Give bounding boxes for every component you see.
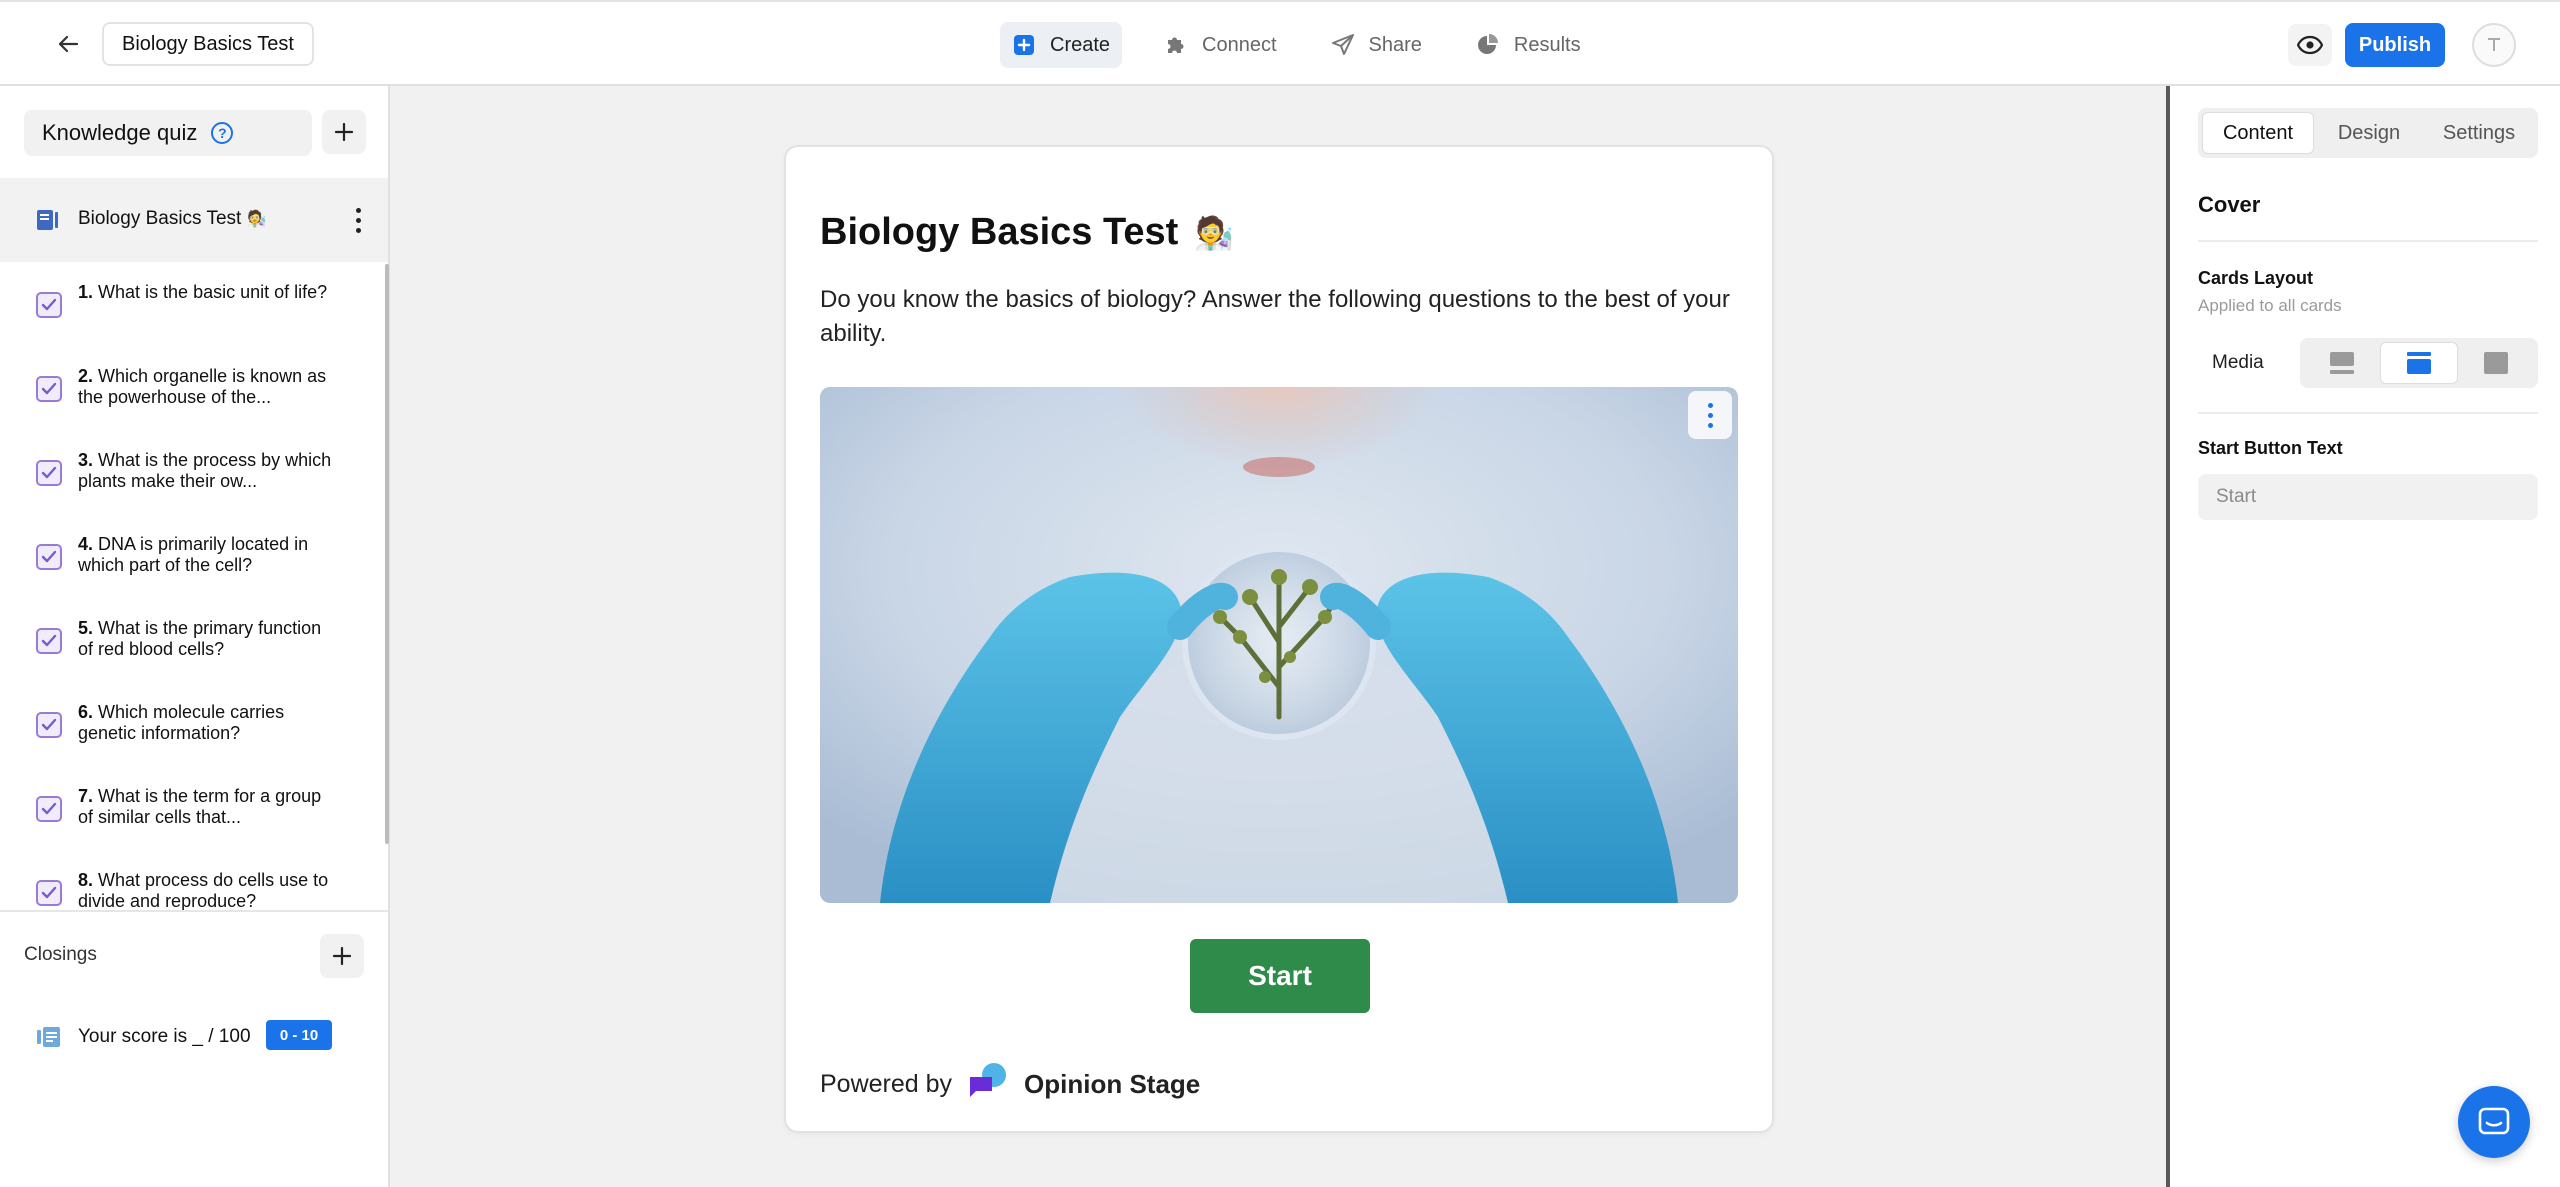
- plus-square-icon: [1012, 33, 1036, 57]
- cover-image[interactable]: [820, 387, 1738, 903]
- question-text: 1. What is the basic unit of life?: [78, 282, 328, 302]
- list-item[interactable]: 8. What process do cells use to divide a…: [0, 852, 384, 910]
- question-text: 4. DNA is primarily located in which par…: [78, 534, 309, 575]
- left-sidebar: Knowledge quiz ? Biology Basics Test 🧑‍🔬…: [0, 86, 390, 1187]
- nav-results[interactable]: Results: [1464, 22, 1593, 68]
- card-description[interactable]: Do you know the basics of biology? Answe…: [820, 283, 1730, 351]
- brand-name: Opinion Stage: [1024, 1069, 1201, 1099]
- publish-button[interactable]: Publish: [2345, 23, 2445, 67]
- nav-share-label: Share: [1368, 33, 1422, 56]
- checkbox-icon: [36, 796, 62, 822]
- result-card-icon: [36, 1026, 62, 1053]
- checkbox-icon: [36, 712, 62, 738]
- start-button-text-input[interactable]: [2198, 474, 2538, 520]
- checkbox-icon: [36, 628, 62, 654]
- question-text: 5. What is the primary function of red b…: [78, 618, 322, 659]
- question-text: 3. What is the process by which plants m…: [78, 450, 332, 491]
- checkbox-icon: [36, 376, 62, 402]
- send-icon: [1331, 33, 1355, 57]
- layout-top-icon[interactable]: [2304, 342, 2380, 384]
- settings-panel: Content Design Settings Cover Cards Layo…: [2166, 86, 2560, 1187]
- checkbox-icon: [36, 880, 62, 906]
- applied-note: Applied to all cards: [2198, 296, 2342, 315]
- question-text: 7. What is the term for a group of simil…: [78, 786, 322, 827]
- closing-label: Your score is _ / 100: [78, 1026, 251, 1047]
- back-arrow-icon[interactable]: [50, 26, 86, 62]
- question-text: 8. What process do cells use to divide a…: [78, 870, 329, 910]
- quiz-type-label: Knowledge quiz: [42, 120, 198, 145]
- question-list: 1. What is the basic unit of life? 2. Wh…: [0, 264, 384, 910]
- divider: [0, 910, 388, 912]
- score-range-badge: 0 - 10: [266, 1020, 332, 1050]
- closing-card-item[interactable]: Your score is _ / 100 0 - 10: [0, 1006, 388, 1066]
- avatar[interactable]: [2472, 23, 2516, 67]
- cover-section-title: Cover: [2198, 192, 2261, 217]
- checkbox-icon: [36, 292, 62, 318]
- tab-settings[interactable]: Settings: [2424, 112, 2534, 154]
- checkbox-icon: [36, 460, 62, 486]
- quiz-title-text: Biology Basics Test: [122, 32, 294, 55]
- plus-icon: [335, 123, 353, 141]
- preview-eye-icon[interactable]: [2288, 24, 2332, 66]
- divider: [2198, 412, 2538, 414]
- list-item[interactable]: 5. What is the primary function of red b…: [0, 600, 384, 684]
- card-options-icon[interactable]: [346, 202, 370, 238]
- start-button-text-title: Start Button Text: [2198, 438, 2343, 458]
- nav-connect[interactable]: Connect: [1152, 22, 1289, 68]
- nav-connect-label: Connect: [1202, 33, 1277, 56]
- opinion-stage-logo-icon: [966, 1061, 1010, 1108]
- puzzle-icon: [1164, 33, 1188, 57]
- layout-full-icon[interactable]: [2458, 342, 2534, 384]
- nav-create[interactable]: Create: [1000, 22, 1123, 68]
- sidebar-scrollbar[interactable]: [385, 264, 389, 844]
- help-icon[interactable]: ?: [211, 122, 234, 144]
- main-nav: Create Connect Share Results: [1000, 22, 1593, 68]
- cards-layout-title: Cards Layout: [2198, 268, 2314, 288]
- panel-tabs: Content Design Settings: [2198, 108, 2538, 158]
- media-label: Media: [2212, 352, 2264, 373]
- quiz-type-selector[interactable]: Knowledge quiz ?: [24, 110, 312, 156]
- tab-content[interactable]: Content: [2202, 112, 2314, 154]
- powered-by-label: Powered by: [820, 1070, 953, 1098]
- cover-card-label: Biology Basics Test 🧑‍🔬: [78, 208, 267, 229]
- quiz-title-field[interactable]: Biology Basics Test: [102, 22, 314, 66]
- list-item[interactable]: 2. Which organelle is known as the power…: [0, 348, 384, 432]
- checkbox-icon: [36, 544, 62, 570]
- powered-by[interactable]: Powered by Opinion Stage: [820, 1061, 1200, 1108]
- list-item[interactable]: 3. What is the process by which plants m…: [0, 432, 384, 516]
- quiz-cover-card: Biology Basics Test 🧑‍🔬 Do you know the …: [784, 145, 1774, 1133]
- nav-create-label: Create: [1050, 33, 1111, 56]
- list-item[interactable]: 6. Which molecule carries genetic inform…: [0, 684, 384, 768]
- closings-heading: Closings: [24, 944, 97, 965]
- layout-middle-icon[interactable]: [2380, 342, 2458, 384]
- chat-support-icon[interactable]: [2458, 1086, 2530, 1158]
- start-button[interactable]: Start: [1190, 939, 1370, 1013]
- list-item[interactable]: 1. What is the basic unit of life?: [0, 264, 384, 348]
- divider: [2198, 240, 2538, 242]
- media-layout-selector: [2300, 338, 2538, 388]
- cover-card-icon: [36, 208, 62, 237]
- list-item[interactable]: 7. What is the term for a group of simil…: [0, 768, 384, 852]
- card-title[interactable]: Biology Basics Test 🧑‍🔬: [820, 211, 1234, 254]
- nav-share[interactable]: Share: [1319, 22, 1434, 68]
- list-item[interactable]: 4. DNA is primarily located in which par…: [0, 516, 384, 600]
- image-options-icon[interactable]: [1688, 391, 1732, 439]
- scientist-emoji: 🧑‍🔬: [1194, 214, 1235, 251]
- top-bar: Biology Basics Test Create Connect Share…: [0, 0, 2560, 86]
- plus-icon: [333, 947, 351, 965]
- add-card-button[interactable]: [322, 110, 366, 154]
- tab-design[interactable]: Design: [2314, 112, 2424, 154]
- pie-chart-icon: [1476, 33, 1500, 57]
- nav-results-label: Results: [1513, 33, 1581, 56]
- cover-card-item[interactable]: Biology Basics Test 🧑‍🔬: [0, 178, 388, 262]
- question-text: 6. Which molecule carries genetic inform…: [78, 702, 285, 743]
- add-closing-button[interactable]: [320, 934, 364, 978]
- question-text: 2. Which organelle is known as the power…: [78, 366, 327, 407]
